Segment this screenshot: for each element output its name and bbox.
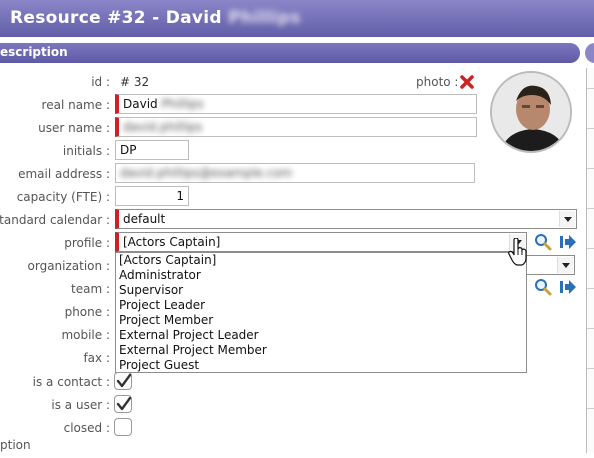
chevron-down-icon[interactable] (559, 211, 575, 227)
real-name-label: real name : (41, 98, 110, 112)
real-name-hidden: Phillips (161, 97, 204, 111)
profile-dropdown-list[interactable]: [Actors Captain] Administrator Superviso… (115, 252, 527, 373)
right-panel-strip (586, 68, 594, 453)
team-label: team : (71, 282, 110, 296)
closed-label: closed : (63, 421, 110, 435)
profile-select[interactable]: [Actors Captain] (115, 232, 527, 252)
search-icon[interactable] (534, 278, 552, 296)
email-input[interactable]: david.phillips@example.com (115, 163, 475, 183)
window-titlebar: Resource #32 - David Phillips (0, 0, 594, 37)
capacity-value: 1 (176, 189, 184, 203)
avatar (490, 71, 572, 153)
window-title-surname: Phillips (228, 8, 301, 28)
user-name-hidden: david.phillips (123, 120, 203, 134)
real-name-input[interactable]: David Phillips (115, 94, 477, 114)
is-contact-checkbox[interactable] (114, 372, 132, 390)
organization-label: organization : (27, 259, 110, 273)
user-name-input[interactable]: david.phillips (115, 117, 477, 137)
calendar-label: standard calendar : (0, 213, 110, 227)
checkmark-icon (116, 373, 132, 388)
real-name-value: David (123, 97, 158, 111)
search-icon[interactable] (534, 233, 552, 251)
profile-label: profile : (64, 236, 110, 250)
capacity-input[interactable]: 1 (115, 186, 189, 206)
user-name-label: user name : (38, 121, 110, 135)
profile-option[interactable]: External Project Leader (116, 328, 526, 343)
email-label: email address : (18, 167, 110, 181)
profile-option[interactable]: Supervisor (116, 283, 526, 298)
profile-option[interactable]: Project Member (116, 313, 526, 328)
profile-option[interactable]: Administrator (116, 268, 526, 283)
email-hidden: david.phillips@example.com (120, 166, 293, 180)
profile-option[interactable]: Project Leader (116, 298, 526, 313)
right-panel-toggle[interactable] (585, 43, 594, 63)
is-user-label: is a user : (51, 398, 110, 412)
fax-label: fax : (83, 351, 110, 365)
initials-input[interactable]: DP (115, 140, 189, 160)
closed-checkbox[interactable] (114, 418, 132, 436)
calendar-select[interactable]: default (115, 209, 577, 229)
cursor-hand-icon (508, 238, 527, 266)
window-title: Resource #32 - David Phillips (10, 8, 301, 28)
chevron-down-icon[interactable] (557, 257, 573, 273)
phone-label: phone : (64, 305, 110, 319)
goto-icon[interactable] (559, 278, 577, 296)
capacity-label: capacity (FTE) : (16, 190, 110, 204)
profile-option[interactable]: Project Guest (116, 358, 526, 373)
photo-label: photo : (416, 75, 459, 89)
is-contact-label: is a contact : (32, 375, 110, 389)
goto-icon[interactable] (559, 233, 577, 251)
profile-option[interactable]: External Project Member (116, 343, 526, 358)
initials-label: initials : (62, 144, 110, 158)
profile-option[interactable]: [Actors Captain] (116, 253, 526, 268)
id-value: # 32 (120, 75, 150, 89)
initials-value: DP (120, 143, 137, 157)
calendar-value: default (123, 212, 166, 226)
checkmark-icon (116, 396, 132, 411)
delete-photo-icon[interactable] (459, 74, 475, 90)
is-user-checkbox[interactable] (114, 395, 132, 413)
description-section-header[interactable]: escription (0, 43, 580, 63)
mobile-label: mobile : (61, 328, 110, 342)
window-title-text: Resource #32 - David (10, 8, 222, 28)
profile-value: [Actors Captain] (123, 235, 221, 249)
footer-label: ption (0, 438, 31, 452)
section-title: escription (0, 45, 68, 59)
id-label: id : (91, 75, 110, 89)
